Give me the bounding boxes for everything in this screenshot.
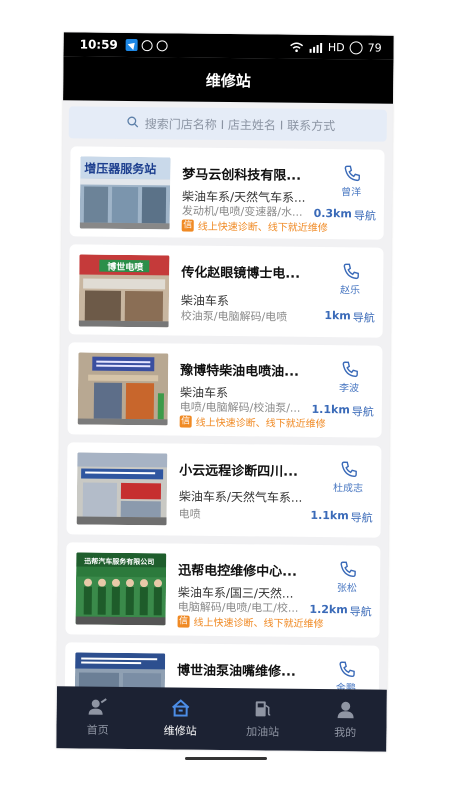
- notification-icon: [156, 39, 168, 51]
- station-tag: 信 线上快速诊断、线下就近维修: [177, 614, 324, 631]
- search-bar[interactable]: 搜索门店名称 I 店主姓名 I 联系方式: [68, 106, 387, 142]
- station-distance: 1.1km: [311, 402, 350, 417]
- location-arrow-icon: [125, 38, 138, 52]
- page-header: 维修站: [63, 56, 394, 104]
- station-photo: 迅帮汽车服务有限公司: [75, 552, 167, 626]
- station-name: 传化赵眼镜博士电...: [181, 265, 301, 282]
- search-icon: [127, 116, 139, 128]
- signal-icon: [309, 42, 323, 53]
- station-distance: 1.2km: [309, 602, 348, 617]
- tab-profile[interactable]: 我的: [304, 689, 387, 752]
- tab-label: 我的: [334, 726, 357, 740]
- contact-name[interactable]: 曾洋: [328, 183, 374, 198]
- phone-icon[interactable]: [337, 659, 357, 679]
- tag-text: 线上快速诊断、线下就近维修: [195, 417, 326, 431]
- navigate-link[interactable]: 导航: [353, 309, 375, 325]
- station-photo: 博世电喷: [78, 254, 170, 328]
- phone-icon[interactable]: [341, 261, 361, 281]
- station-category: 柴油车系/天然气车系...: [178, 489, 303, 505]
- repair-station-icon: [171, 699, 190, 717]
- station-card[interactable]: 迅帮汽车服务有限公司 迅帮电控维修中心... 柴油车系/国三/天然... 电脑解…: [65, 542, 381, 638]
- home-indicator[interactable]: [185, 757, 267, 760]
- station-sign-text: 迅帮汽车服务有限公司: [84, 557, 154, 567]
- contact-name[interactable]: 杜成志: [325, 479, 371, 494]
- station-card[interactable]: 增压器服务站 梦马云创科技有限... 柴油车系/天然气车系... 发动机/电喷/…: [69, 146, 385, 240]
- home-mechanic-icon: [88, 698, 108, 715]
- tab-gas-station[interactable]: 加油站: [221, 688, 304, 751]
- tab-label: 加油站: [246, 725, 280, 739]
- station-photo: 增压器服务站: [79, 156, 171, 230]
- search-input[interactable]: 搜索门店名称 I 店主姓名 I 联系方式: [145, 115, 336, 134]
- station-photo: [76, 452, 168, 526]
- station-sign-text: 增压器服务站: [84, 161, 156, 177]
- status-bar: 10:59 HD 79: [63, 32, 394, 60]
- station-card[interactable]: 豫博特柴油电喷油... 柴油车系 电喷/电脑解码/校油泵/... 信 线上快速诊…: [67, 342, 383, 438]
- station-tag: 信 线上快速诊断、线下就近维修: [179, 414, 326, 431]
- contact-name[interactable]: 张松: [324, 579, 370, 594]
- station-card[interactable]: 博世电喷 传化赵眼镜博士电... 柴油车系 校油泵/电脑解码/电喷 赵乐 1km…: [68, 244, 384, 338]
- navigate-link[interactable]: 导航: [350, 603, 372, 619]
- page-title: 维修站: [205, 71, 251, 90]
- station-distance: 0.3km: [313, 206, 352, 221]
- station-distance: 1km: [324, 309, 351, 323]
- network-label: HD: [327, 40, 345, 54]
- station-list: 增压器服务站 梦马云创科技有限... 柴油车系/天然气车系... 发动机/电喷/…: [62, 146, 386, 743]
- tag-badge: 信: [177, 615, 190, 628]
- tab-home[interactable]: 首页: [56, 686, 139, 749]
- navigate-link[interactable]: 导航: [354, 207, 376, 223]
- tag-text: 线上快速诊断、线下就近维修: [193, 617, 324, 631]
- notification-icon: [141, 39, 153, 51]
- station-name: 博世油泵油嘴维修...: [176, 663, 296, 680]
- phone-screen: 10:59 HD 79 维修站 搜索门店名称 I 店主姓名 I 联系方式 增压器…: [56, 32, 394, 752]
- station-tag: 信 线上快速诊断、线下就近维修: [181, 218, 328, 235]
- tab-label: 首页: [86, 723, 109, 737]
- tag-badge: 信: [181, 219, 194, 232]
- station-distance: 1.1km: [310, 508, 349, 523]
- station-sign-text: 博世电喷: [107, 261, 143, 273]
- tag-badge: 信: [179, 415, 192, 428]
- profile-icon: [337, 701, 354, 719]
- tab-repair-station[interactable]: 维修站: [139, 687, 222, 750]
- battery-level: 79: [367, 40, 382, 55]
- station-name: 小云远程诊断四川...: [179, 463, 299, 480]
- phone-icon[interactable]: [338, 559, 358, 579]
- station-services: 电喷: [178, 507, 201, 521]
- station-name: 梦马云创科技有限...: [182, 167, 302, 184]
- station-name: 迅帮电控维修中心...: [178, 563, 298, 580]
- tag-text: 线上快速诊断、线下就近维修: [197, 221, 328, 235]
- tab-label: 维修站: [163, 724, 197, 738]
- navigate-link[interactable]: 导航: [352, 403, 374, 419]
- contact-name[interactable]: 李波: [326, 379, 372, 394]
- phone-icon[interactable]: [339, 459, 359, 479]
- station-name: 豫博特柴油电喷油...: [180, 363, 300, 380]
- wifi-icon: [290, 41, 304, 52]
- station-services: 校油泵/电脑解码/电喷: [180, 309, 288, 324]
- bottom-tab-bar: 首页 维修站 加油站 我的: [56, 686, 387, 752]
- station-photo: [77, 352, 169, 426]
- phone-icon[interactable]: [340, 359, 360, 379]
- contact-name[interactable]: 赵乐: [327, 281, 373, 296]
- status-time: 10:59: [79, 37, 118, 52]
- navigate-link[interactable]: 导航: [351, 509, 373, 525]
- fuel-pump-icon: [255, 701, 271, 717]
- phone-icon[interactable]: [342, 163, 362, 183]
- station-card[interactable]: 小云远程诊断四川... 柴油车系/天然气车系... 电喷 杜成志 1.1km 导…: [66, 442, 382, 538]
- battery-icon: [349, 40, 363, 54]
